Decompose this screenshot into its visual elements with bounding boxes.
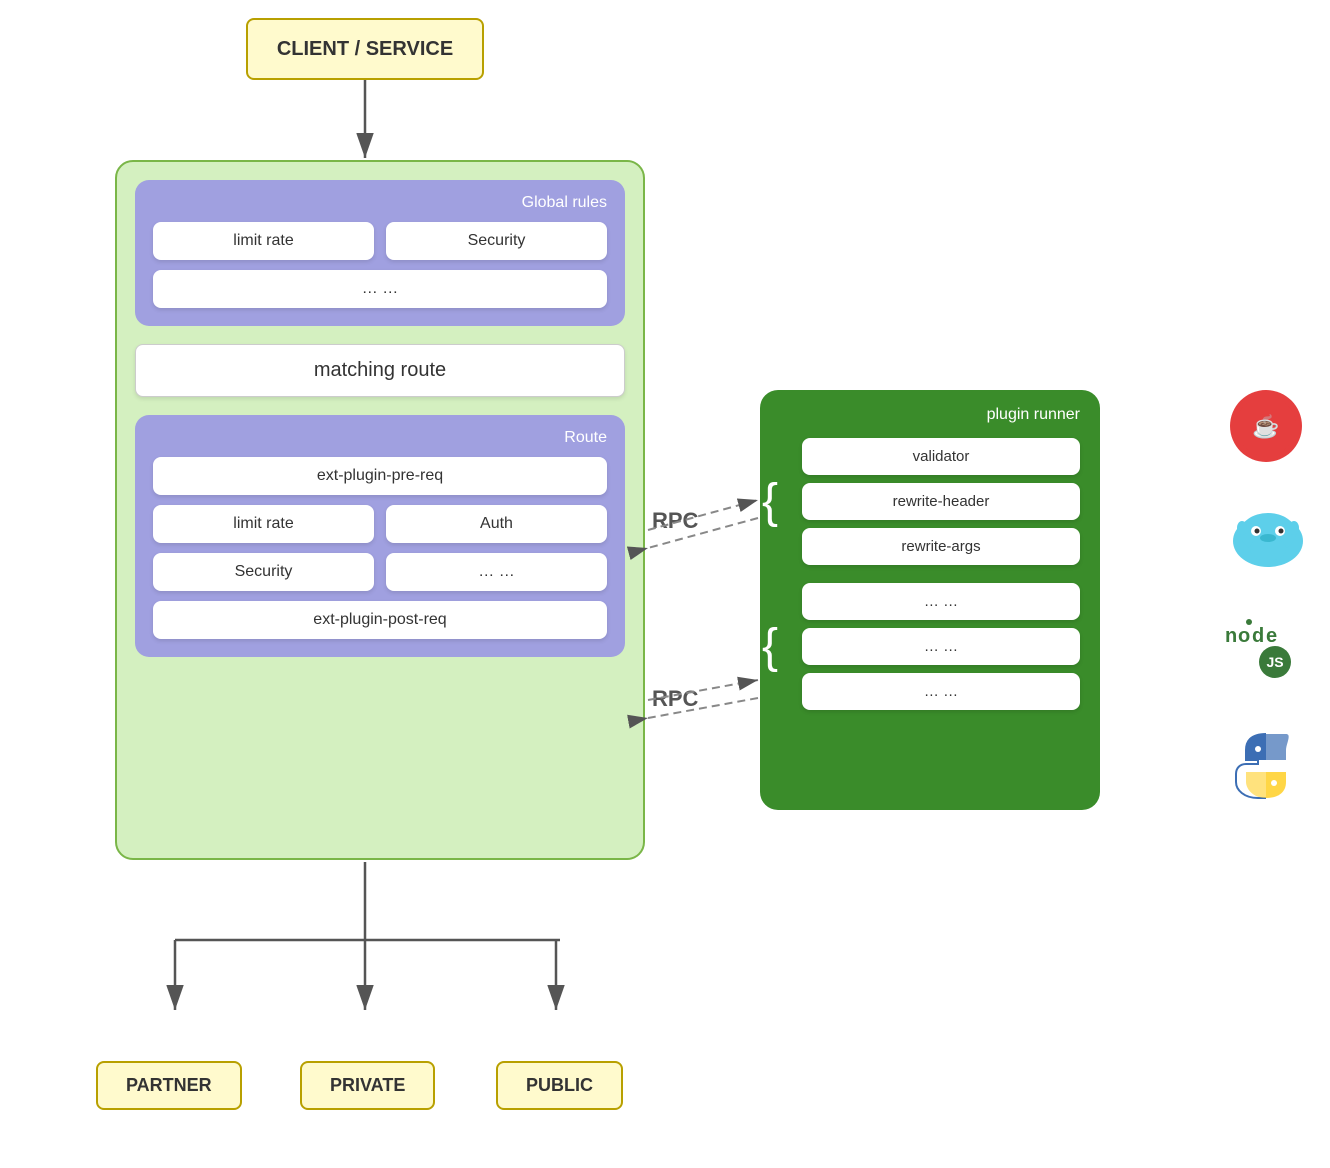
ellipsis-route: … … [386, 553, 607, 591]
diagram: CLIENT / SERVICE Global rules limit rate… [0, 0, 1330, 1168]
route-label: Route [153, 429, 607, 447]
ellipsis-pr-2: … … [802, 628, 1080, 665]
partner-label: PARTNER [126, 1075, 212, 1095]
svg-text:n: n [1225, 625, 1237, 647]
client-service-label: CLIENT / SERVICE [277, 38, 453, 61]
public-label: PUBLIC [526, 1075, 593, 1095]
svg-text:JS: JS [1266, 654, 1283, 670]
route-box: Route ext-plugin-pre-req limit rate Auth… [135, 415, 625, 657]
private-box: PRIVATE [300, 1061, 435, 1110]
global-rules-label: Global rules [153, 194, 607, 212]
plugin-runner-box: plugin runner { validator rewrite-header… [760, 390, 1100, 810]
java-icon: ☕ [1230, 390, 1302, 462]
route-plugins-row2: Security … … [153, 553, 607, 591]
client-service-box: CLIENT / SERVICE [246, 18, 484, 80]
svg-text:o: o [1238, 625, 1250, 647]
route-plugins-row1: limit rate Auth [153, 505, 607, 543]
brace-left-1: { [762, 438, 778, 565]
limit-rate-route: limit rate [153, 505, 374, 543]
limit-rate-global: limit rate [153, 222, 374, 260]
svg-text:☕: ☕ [1252, 413, 1279, 439]
matching-route-box: matching route [135, 344, 625, 397]
global-rules-ellipsis: … … [153, 270, 607, 308]
matching-route-label: matching route [314, 359, 446, 381]
go-icon [1228, 498, 1308, 578]
validator-box: validator [802, 438, 1080, 475]
rpc-label-2: RPC [652, 686, 698, 712]
brace-left-2: { [762, 583, 778, 710]
auth-route: Auth [386, 505, 607, 543]
python-icon [1230, 730, 1302, 802]
private-label: PRIVATE [330, 1075, 405, 1095]
svg-text:d: d [1252, 625, 1264, 647]
ellipsis-pr-3: … … [802, 673, 1080, 710]
security-global: Security [386, 222, 607, 260]
rewrite-header-box: rewrite-header [802, 483, 1080, 520]
plugin-runner-group1: { validator rewrite-header rewrite-args [780, 438, 1080, 565]
security-route: Security [153, 553, 374, 591]
rpc-label-1: RPC [652, 508, 698, 534]
rewrite-args-box: rewrite-args [802, 528, 1080, 565]
ext-plugin-pre-req: ext-plugin-pre-req [153, 457, 607, 495]
svg-text:e: e [1266, 625, 1277, 647]
main-outer-container: Global rules limit rate Security … … mat… [115, 160, 645, 860]
public-box: PUBLIC [496, 1061, 623, 1110]
plugin-runner-group2: { … … … … … … [780, 583, 1080, 710]
ext-plugin-post-req: ext-plugin-post-req [153, 601, 607, 639]
nodejs-icon: n o d e JS [1220, 610, 1310, 680]
plugin-runner-label: plugin runner [780, 406, 1080, 424]
ellipsis-pr-1: … … [802, 583, 1080, 620]
global-rules-plugins-row: limit rate Security [153, 222, 607, 260]
global-rules-box: Global rules limit rate Security … … [135, 180, 625, 326]
partner-box: PARTNER [96, 1061, 242, 1110]
